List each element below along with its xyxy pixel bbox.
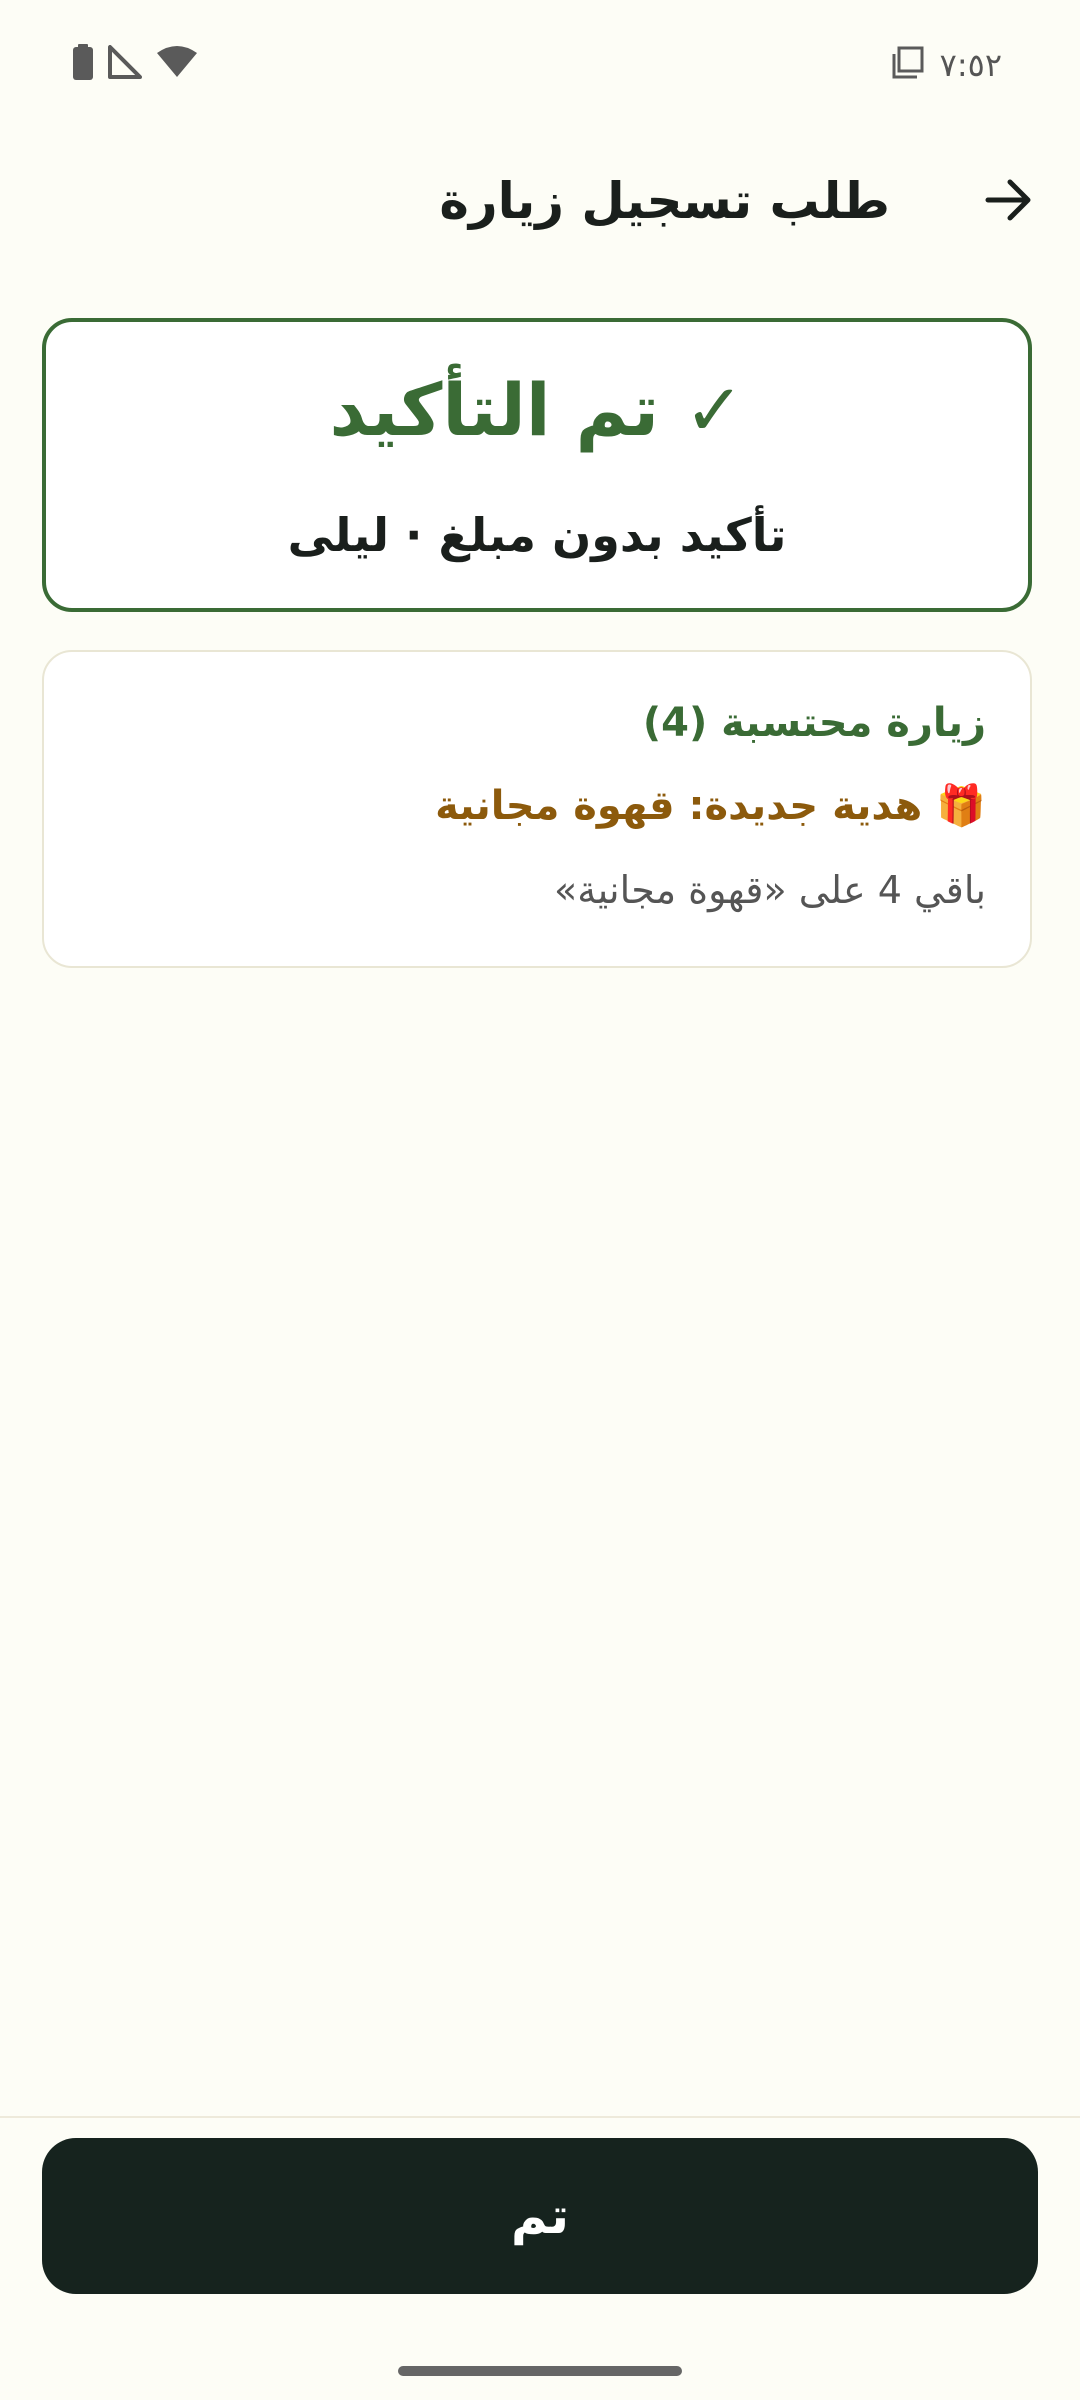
new-reward-text: هدية جديدة: قهوة مجانية xyxy=(435,782,923,829)
visit-counted-label: زيارة محتسبة (4) xyxy=(642,700,986,746)
screenshot-icon xyxy=(890,46,924,84)
remaining-visits-text: باقي 4 على «قهوة مجانية» xyxy=(553,868,986,912)
gift-icon: 🎁 xyxy=(936,783,986,829)
back-button[interactable] xyxy=(976,170,1040,234)
status-clock-group: ٧:٥٢ xyxy=(890,46,1002,84)
status-icons xyxy=(72,44,198,84)
confirmation-title: ✓ تم التأكيد xyxy=(329,368,745,452)
visit-details-card: زيارة محتسبة (4) 🎁 هدية جديدة: قهوة مجان… xyxy=(42,650,1032,968)
confirmation-subtitle: تأكيد بدون مبلغ · ليلى xyxy=(287,508,787,562)
arrow-back-icon xyxy=(982,174,1034,230)
signal-icon xyxy=(108,45,142,83)
wifi-icon xyxy=(156,45,198,83)
clock: ٧:٥٢ xyxy=(939,46,1002,84)
footer-divider xyxy=(0,2116,1080,2118)
page-title: طلب تسجيل زيارة xyxy=(439,172,890,230)
battery-icon xyxy=(72,44,94,84)
app-bar: طلب تسجيل زيارة xyxy=(0,150,1080,250)
confirmation-card: ✓ تم التأكيد تأكيد بدون مبلغ · ليلى xyxy=(42,318,1032,612)
new-reward-line: 🎁 هدية جديدة: قهوة مجانية xyxy=(435,782,986,830)
home-indicator[interactable] xyxy=(398,2366,682,2376)
status-bar: ٧:٥٢ xyxy=(0,0,1080,130)
done-button[interactable]: تم xyxy=(42,2138,1038,2294)
